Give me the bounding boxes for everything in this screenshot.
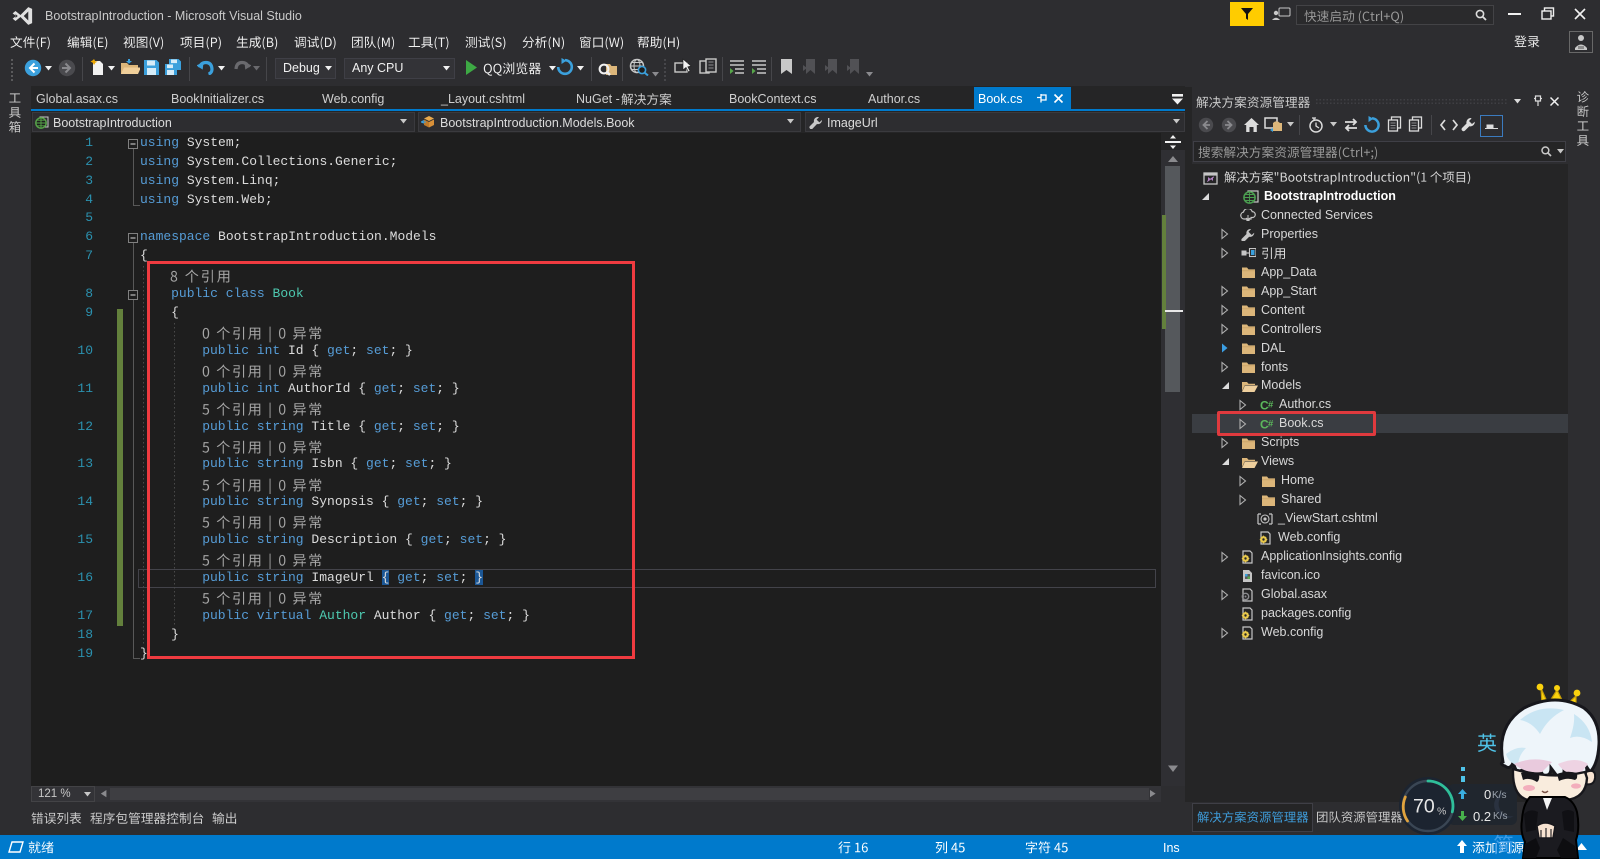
svg-text:70: 70 bbox=[1413, 796, 1435, 818]
svg-text:#: # bbox=[1268, 399, 1274, 410]
